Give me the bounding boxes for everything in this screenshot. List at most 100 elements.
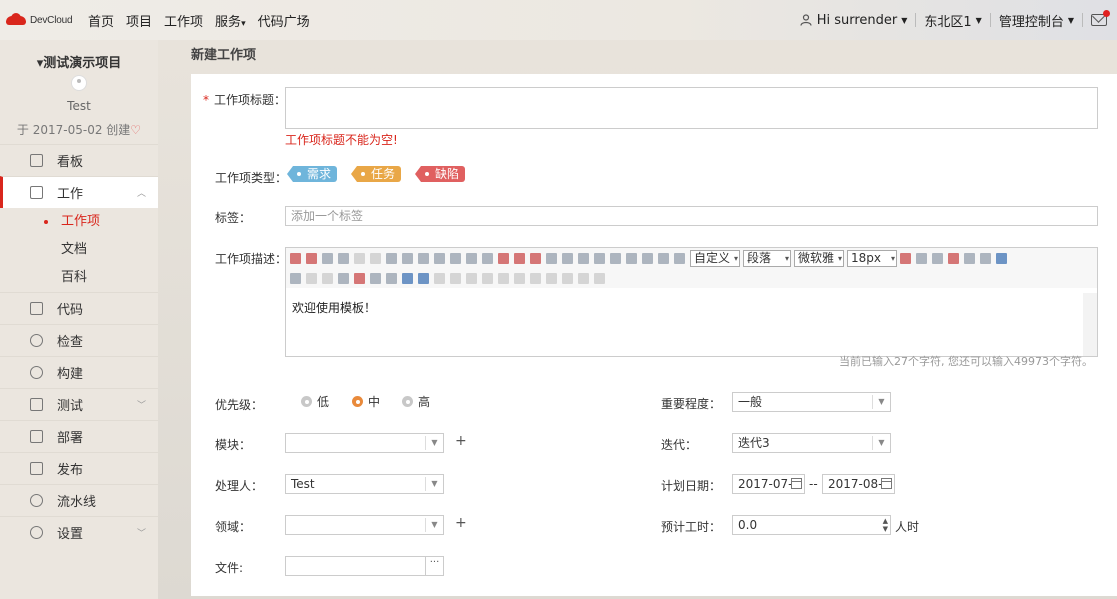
align-center-icon[interactable] bbox=[964, 252, 975, 264]
print-icon[interactable] bbox=[338, 252, 349, 264]
split-cells-icon[interactable] bbox=[562, 272, 573, 284]
calendar-icon[interactable] bbox=[881, 478, 892, 489]
sidebar-item-settings[interactable]: 设置 ﹀ bbox=[0, 516, 158, 548]
editor-scrollbar[interactable] bbox=[1083, 293, 1097, 356]
undo-icon[interactable] bbox=[354, 252, 365, 264]
tags-input[interactable]: 添加一个标签 bbox=[285, 206, 1098, 226]
priority-medium-radio[interactable]: 中 bbox=[352, 393, 380, 410]
editor-content[interactable]: 欢迎使用模板！ bbox=[286, 293, 1083, 350]
superscript-icon[interactable] bbox=[466, 252, 477, 264]
title-input[interactable] bbox=[285, 87, 1098, 129]
plan-date-end-input[interactable]: 2017-08- bbox=[822, 474, 895, 494]
row-spacing-bottom-icon[interactable] bbox=[658, 252, 669, 264]
sidebar-item-test[interactable]: 测试 ﹀ bbox=[0, 388, 158, 420]
sidebar-subitem-wiki[interactable]: 百科 bbox=[0, 264, 158, 292]
strikethrough-icon[interactable] bbox=[450, 252, 461, 264]
sidebar-item-deploy[interactable]: 部署 bbox=[0, 420, 158, 452]
sidebar-item-kanban[interactable]: 看板 bbox=[0, 144, 158, 176]
unordered-list-icon[interactable] bbox=[626, 252, 637, 264]
align-right-icon[interactable] bbox=[980, 252, 991, 264]
font-border-icon[interactable] bbox=[434, 252, 445, 264]
time-icon[interactable] bbox=[370, 272, 381, 284]
heart-icon[interactable]: ♡ bbox=[130, 123, 141, 137]
assignee-select[interactable]: Test ▼ bbox=[285, 474, 444, 494]
sidebar-item-pipeline[interactable]: 流水线 bbox=[0, 484, 158, 516]
split-cols-icon[interactable] bbox=[594, 272, 605, 284]
image-icon[interactable] bbox=[290, 252, 301, 264]
split-rows-icon[interactable] bbox=[578, 272, 589, 284]
horizontal-rule-icon[interactable] bbox=[338, 272, 349, 284]
sidebar-item-work[interactable]: 工作 ︿ bbox=[0, 176, 158, 208]
nav-projects[interactable]: 项目 bbox=[126, 11, 152, 30]
browse-file-button[interactable]: ··· bbox=[425, 557, 443, 575]
mail-icon[interactable] bbox=[1091, 10, 1110, 26]
font-color-icon[interactable] bbox=[578, 252, 589, 264]
merge-down-icon[interactable] bbox=[546, 272, 557, 284]
importance-select[interactable]: 一般 ▼ bbox=[732, 392, 891, 412]
ltr-icon[interactable] bbox=[900, 252, 911, 264]
delete-table-icon[interactable] bbox=[434, 272, 445, 284]
ordered-list-icon[interactable] bbox=[610, 252, 621, 264]
sidebar-subitem-workitems[interactable]: 工作项 bbox=[0, 208, 158, 236]
sidebar-item-build[interactable]: 构建 bbox=[0, 356, 158, 388]
line-height-icon[interactable] bbox=[674, 252, 685, 264]
bold-icon[interactable] bbox=[386, 252, 397, 264]
font-family-select[interactable]: 微软雅 bbox=[794, 249, 844, 267]
add-module-icon[interactable]: + bbox=[455, 433, 467, 449]
domain-select[interactable]: ▼ bbox=[285, 515, 444, 535]
iteration-select[interactable]: 迭代3 ▼ bbox=[732, 433, 891, 453]
indent-icon[interactable] bbox=[932, 252, 943, 264]
align-justify-icon[interactable] bbox=[996, 252, 1007, 264]
background-color-icon[interactable] bbox=[594, 252, 605, 264]
insert-col-icon[interactable] bbox=[482, 272, 493, 284]
nav-services[interactable]: 服务▾ bbox=[215, 11, 246, 30]
nav-code-square[interactable]: 代码广场 bbox=[258, 11, 310, 30]
font-size-select[interactable]: 18px bbox=[847, 249, 897, 267]
delete-col-icon[interactable] bbox=[498, 272, 509, 284]
date-icon[interactable] bbox=[354, 272, 365, 284]
calendar-icon[interactable] bbox=[791, 478, 802, 489]
sidebar-item-release[interactable]: 发布 bbox=[0, 452, 158, 484]
nav-home[interactable]: 首页 bbox=[88, 11, 114, 30]
plan-date-start-input[interactable]: 2017-07- bbox=[732, 474, 805, 494]
align-left-icon[interactable] bbox=[948, 252, 959, 264]
custom-title-select[interactable]: 自定义 bbox=[690, 249, 740, 267]
priority-low-radio[interactable]: 低 bbox=[301, 393, 329, 410]
quote-icon[interactable] bbox=[546, 252, 557, 264]
logo[interactable]: DevCloud bbox=[6, 13, 88, 27]
file-input[interactable]: ··· bbox=[285, 556, 444, 576]
merge-right-icon[interactable] bbox=[530, 272, 541, 284]
auto-format-icon[interactable] bbox=[530, 252, 541, 264]
row-spacing-top-icon[interactable] bbox=[642, 252, 653, 264]
delete-row-icon[interactable] bbox=[466, 272, 477, 284]
insert-row-icon[interactable] bbox=[450, 272, 461, 284]
spinner-icon[interactable]: ▲ ▼ bbox=[883, 517, 888, 533]
paste-text-icon[interactable] bbox=[562, 252, 573, 264]
rtl-icon[interactable] bbox=[916, 252, 927, 264]
eraser-icon[interactable] bbox=[498, 252, 509, 264]
table-icon[interactable] bbox=[418, 272, 429, 284]
italic-icon[interactable] bbox=[402, 252, 413, 264]
type-tag-bug[interactable]: 缺陷 bbox=[414, 166, 466, 182]
search-icon[interactable] bbox=[322, 252, 333, 264]
region-menu[interactable]: 东北区1 ▼ bbox=[924, 11, 981, 30]
redo-icon[interactable] bbox=[370, 252, 381, 264]
type-tag-requirement[interactable]: 需求 bbox=[286, 166, 338, 182]
image-upload-icon[interactable] bbox=[306, 252, 317, 264]
image-left-icon[interactable] bbox=[322, 272, 333, 284]
type-tag-task[interactable]: 任务 bbox=[350, 166, 402, 182]
insert-table-icon[interactable] bbox=[402, 272, 413, 284]
merge-cells-icon[interactable] bbox=[514, 272, 525, 284]
module-select[interactable]: ▼ bbox=[285, 433, 444, 453]
project-title[interactable]: ▾测试演示项目 bbox=[0, 52, 158, 71]
underline-icon[interactable] bbox=[418, 252, 429, 264]
estimate-input[interactable]: 0.0 ▲ ▼ bbox=[732, 515, 891, 535]
priority-high-radio[interactable]: 高 bbox=[402, 393, 430, 410]
special-char-icon[interactable] bbox=[386, 272, 397, 284]
indent-left-icon[interactable] bbox=[290, 272, 301, 284]
format-brush-icon[interactable] bbox=[514, 252, 525, 264]
add-domain-icon[interactable]: + bbox=[455, 515, 467, 531]
image-none-icon[interactable] bbox=[306, 272, 317, 284]
nav-workitems[interactable]: 工作项 bbox=[164, 11, 203, 30]
user-menu[interactable]: Hi surrender ▼ bbox=[800, 13, 907, 28]
